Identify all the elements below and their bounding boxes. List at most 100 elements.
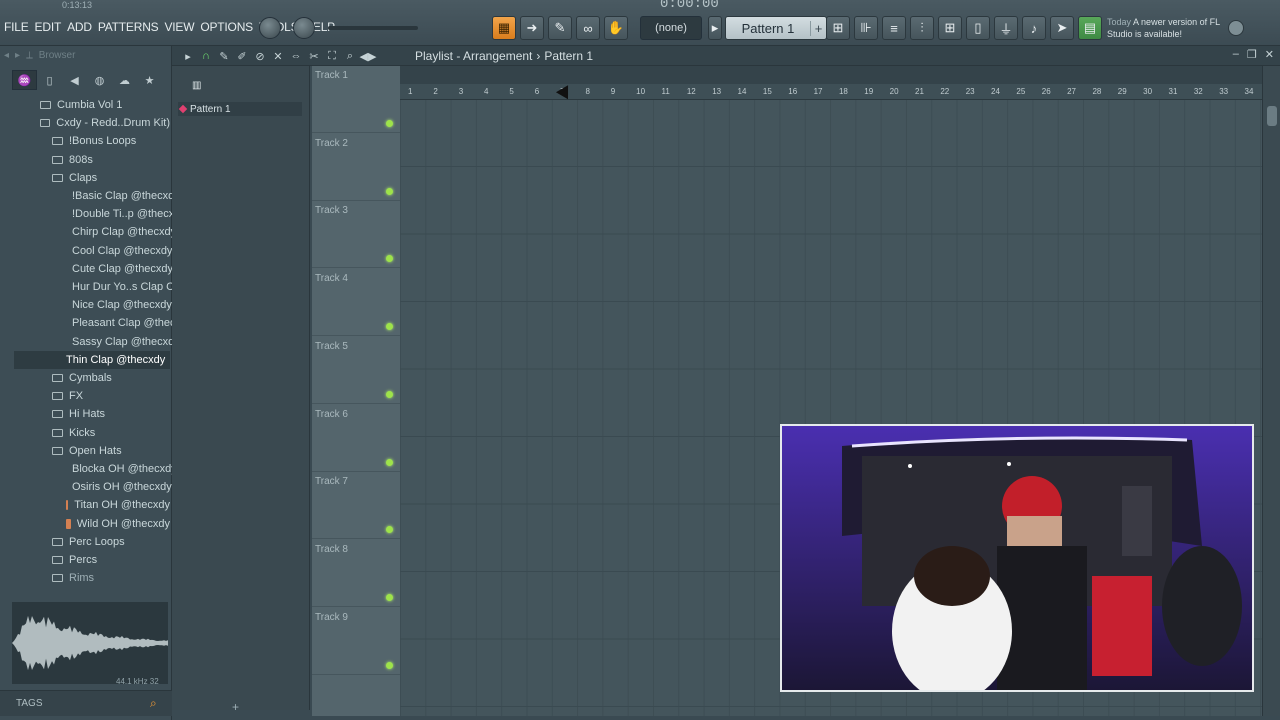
browser-folder-item[interactable]: 808s (0, 151, 170, 169)
select-icon[interactable]: ⛶ (324, 48, 340, 64)
maximize-icon[interactable]: ❐ (1247, 48, 1257, 61)
browser-folder-item[interactable]: Rims (0, 569, 170, 587)
piano-roll-icon[interactable]: ⊪ (854, 16, 878, 40)
slice-icon[interactable]: ✂ (306, 48, 322, 64)
browser-folder-item[interactable]: Percs (0, 551, 170, 569)
track-mute-led[interactable] (386, 390, 393, 398)
track-mute-led[interactable] (386, 187, 393, 195)
browser-folder-item[interactable]: Claps (0, 169, 170, 187)
minimize-icon[interactable]: – (1233, 48, 1239, 61)
add-pattern-icon[interactable]: + (810, 20, 826, 36)
timeline-ruler[interactable]: 1 2 3 4 5 6 7 8 9 10 11 12 13 14 15 16 17 18 19 20 21 22 23 24 2… (400, 84, 1262, 100)
track-mute-led[interactable] (386, 593, 393, 601)
pattern-selector[interactable]: Pattern 1 + (725, 16, 827, 40)
all-files-icon[interactable]: ♒ (12, 70, 37, 90)
browser-toggle-icon[interactable]: ⊞ (938, 16, 962, 40)
pattern-prev-button[interactable]: ▸ (708, 16, 722, 40)
globe-icon[interactable]: ◍ (87, 70, 112, 90)
track-header[interactable]: Track 2 (312, 134, 400, 201)
playlist-view-button[interactable]: ▦ (492, 16, 516, 40)
zoom-icon[interactable]: ⌕ (342, 48, 358, 64)
mixer-icon[interactable]: ≡ (882, 16, 906, 40)
track-header[interactable]: Track 3 (312, 201, 400, 269)
pencil-tool-icon[interactable]: ✎ (548, 16, 572, 40)
browser-file-item[interactable]: !Basic Clap @thecxdy (0, 187, 180, 205)
menu-patterns[interactable]: PATTERNS (98, 20, 159, 34)
browser-file-item[interactable]: Titan OH @thecxdy (0, 496, 170, 514)
play-arrow-icon[interactable]: ▸ (180, 48, 196, 64)
link-icon[interactable]: ∞ (576, 16, 600, 40)
add-icon[interactable]: + (232, 700, 239, 714)
browser-file-item[interactable]: !Double Ti..p @thecxdy (0, 205, 186, 223)
browser-file-item[interactable]: Cute Clap @thecxdy (0, 260, 173, 278)
browser-file-item[interactable]: Osiris OH @thecxdy (0, 478, 172, 496)
update-globe-icon[interactable] (1228, 20, 1244, 36)
tags-label[interactable]: TAGS (16, 698, 42, 709)
channel-rack-icon[interactable]: ⊞ (826, 16, 850, 40)
browser-folder-item[interactable]: Cymbals (0, 369, 170, 387)
hand-icon[interactable]: ✋ (604, 16, 628, 40)
browser-folder-item[interactable]: Kicks (0, 424, 170, 442)
piano-icon[interactable]: ▥ (192, 80, 206, 92)
tempo-icon[interactable]: ♪ (1022, 16, 1046, 40)
menu-options[interactable]: OPTIONS (200, 20, 253, 34)
browser-file-item[interactable]: Cool Clap @thecxdy (0, 242, 172, 260)
track-mute-led[interactable] (386, 255, 393, 263)
equalizer-icon[interactable]: ⫶ (910, 16, 934, 40)
scroll-thumb[interactable] (1267, 106, 1277, 126)
pin-icon[interactable]: ⟂ (26, 50, 33, 61)
file-filter-icon[interactable]: ▯ (37, 70, 62, 90)
track-header[interactable]: Track 1 (312, 66, 400, 133)
browser-file-item[interactable]: Sassy Clap @thecxdy (0, 333, 180, 351)
render-icon[interactable]: ➤ (1050, 16, 1074, 40)
browser-folder-item[interactable]: Open Hats (0, 442, 170, 460)
star-icon[interactable]: ★ (137, 70, 162, 90)
track-header[interactable]: Track 8 (312, 540, 400, 607)
master-volume-knob[interactable] (259, 17, 281, 39)
track-header[interactable]: Track 7 (312, 472, 400, 540)
track-mute-led[interactable] (386, 323, 393, 331)
track-header[interactable]: Track 9 (312, 608, 400, 675)
file-icon[interactable]: ▯ (966, 16, 990, 40)
browser-file-item[interactable]: Chirp Clap @thecxdy (0, 223, 176, 241)
close-icon[interactable]: ✕ (1265, 48, 1274, 61)
menu-view[interactable]: VIEW (164, 20, 194, 34)
update-notification[interactable]: Today A newer version of FL Studio is av… (1107, 16, 1227, 40)
track-mute-led[interactable] (386, 120, 393, 127)
delete-icon[interactable]: ⊘ (252, 48, 268, 64)
pattern-list-item[interactable]: Pattern 1 (178, 102, 302, 116)
forward-arrow-icon[interactable]: ▸ (15, 50, 20, 61)
playback-icon[interactable]: ◀▶ (360, 48, 377, 64)
browser-folder-item[interactable]: Perc Loops (0, 533, 170, 551)
browser-folder-item[interactable]: !Bonus Loops (0, 132, 170, 150)
back-arrow-icon[interactable]: ◂ (4, 50, 9, 61)
browser-file-item[interactable]: Nice Clap @thecxdy (0, 296, 172, 314)
brush-icon[interactable]: ✐ (234, 48, 250, 64)
cloud-icon[interactable]: ☁ (112, 70, 137, 90)
track-mute-led[interactable] (386, 458, 393, 466)
snap-selector[interactable]: (none) (640, 16, 702, 40)
browser-file-item[interactable]: Blocka OH @thecxdy (0, 460, 177, 478)
mute-icon[interactable]: ✕ (270, 48, 286, 64)
track-mute-led[interactable] (386, 526, 393, 534)
menu-file[interactable]: FILE (4, 20, 29, 34)
slip-icon[interactable]: ⇔ (288, 48, 304, 64)
master-slider[interactable] (328, 26, 418, 30)
menu-edit[interactable]: EDIT (35, 20, 62, 34)
browser-file-item[interactable]: Wild OH @thecxdy (0, 515, 170, 533)
menu-add[interactable]: ADD (67, 20, 92, 34)
browser-folder-item[interactable]: FX (0, 387, 170, 405)
arrow-right-icon[interactable]: ➜ (520, 16, 544, 40)
master-pitch-knob[interactable] (293, 17, 315, 39)
track-mute-led[interactable] (386, 661, 393, 669)
browser-file-item[interactable]: Hur Dur Yo..s Clap Cxdy (0, 278, 191, 296)
browser-file-item[interactable]: Pleasant Clap @thecxdy (0, 314, 193, 332)
breadcrumb-pattern[interactable]: Pattern 1 (544, 49, 593, 63)
browser-folder-item[interactable]: Cumbia Vol 1 (0, 96, 170, 114)
vertical-scrollbar[interactable] (1262, 66, 1280, 716)
track-header[interactable]: Track 4 (312, 269, 400, 337)
browser-folder-item[interactable]: Hi Hats (0, 405, 170, 423)
browser-folder-item[interactable]: Cxdy - Redd..Drum Kit) (0, 114, 170, 132)
magnet-icon[interactable]: ∩ (198, 48, 214, 64)
search-icon[interactable]: ⌕ (150, 696, 157, 711)
